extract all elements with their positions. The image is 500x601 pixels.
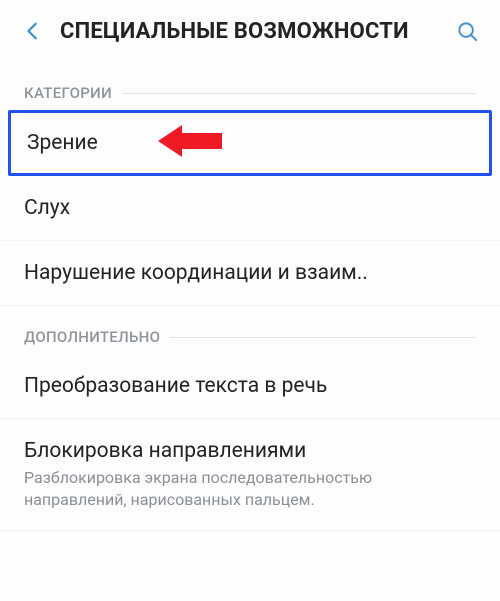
list-item-direction-lock[interactable]: Блокировка направлениями Разблокировка э… <box>0 419 500 531</box>
list-item-tts[interactable]: Преобразование текста в речь <box>0 354 500 419</box>
divider <box>170 337 476 338</box>
item-title: Преобразование текста в речь <box>24 374 476 398</box>
section-header-extra: ДОПОЛНИТЕЛЬНО <box>0 306 500 354</box>
chevron-left-icon <box>22 20 44 42</box>
search-icon <box>456 20 479 43</box>
list-item-hearing[interactable]: Слух <box>0 176 500 241</box>
section-label: ДОПОЛНИТЕЛЬНО <box>24 328 160 346</box>
item-title: Слух <box>24 196 476 220</box>
page-title: СПЕЦИАЛЬНЫЕ ВОЗМОЖНОСТИ <box>54 19 446 44</box>
item-subtitle: Разблокировка экрана последовательностью… <box>24 467 476 510</box>
item-title: Блокировка направлениями <box>24 439 476 463</box>
section-header-categories: КАТЕГОРИИ <box>0 62 500 110</box>
item-title: Зрение <box>27 131 473 155</box>
search-button[interactable] <box>446 10 488 52</box>
item-title: Нарушение координации и взаим.. <box>24 261 476 285</box>
app-header: СПЕЦИАЛЬНЫЕ ВОЗМОЖНОСТИ <box>0 0 500 62</box>
list-item-dexterity[interactable]: Нарушение координации и взаим.. <box>0 241 500 306</box>
divider <box>122 93 476 94</box>
section-label: КАТЕГОРИИ <box>24 84 112 102</box>
pointer-arrow-icon <box>158 123 222 163</box>
list-item-vision[interactable]: Зрение <box>8 110 492 176</box>
back-button[interactable] <box>12 10 54 52</box>
